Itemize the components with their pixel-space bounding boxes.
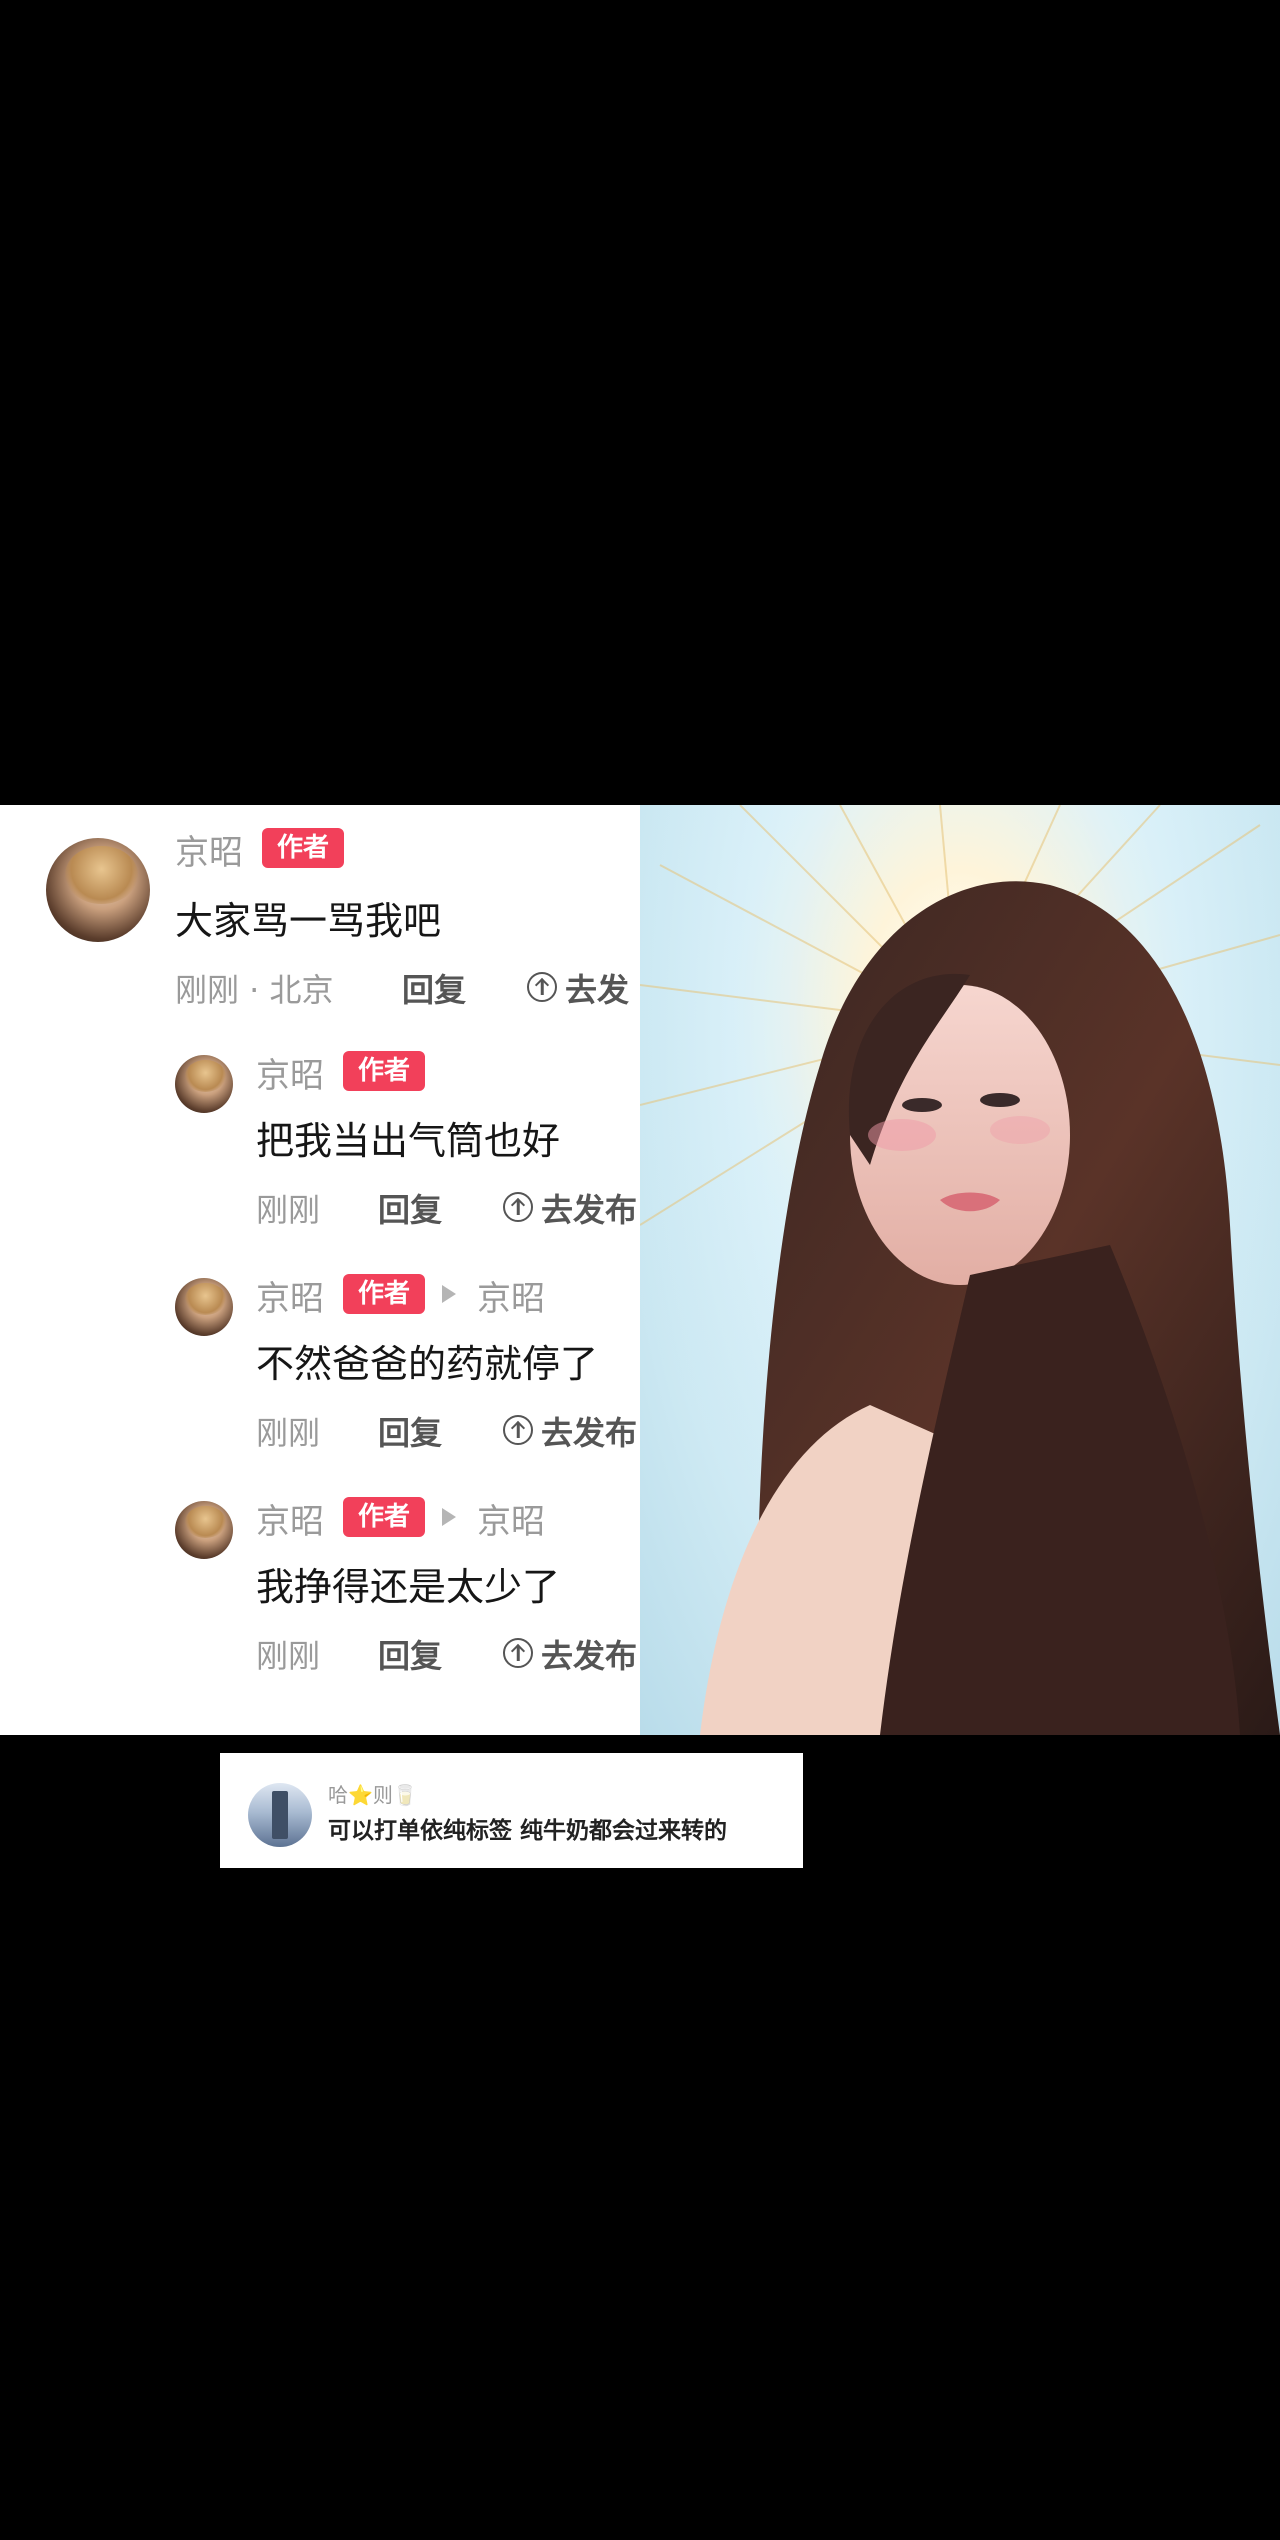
reply-button[interactable]: 回复 bbox=[378, 1185, 442, 1231]
reply-button[interactable]: 回复 bbox=[378, 1631, 442, 1677]
arrow-up-circle-icon[interactable] bbox=[503, 1415, 533, 1445]
author-badge: 作者 bbox=[262, 828, 344, 868]
comment-time: 刚刚 bbox=[256, 1414, 321, 1452]
reply-to-name[interactable]: 京昭 bbox=[477, 1494, 545, 1543]
comment-text: 大家骂一骂我吧 bbox=[175, 899, 442, 943]
author-badge: 作者 bbox=[343, 1051, 425, 1091]
comment-text: 我挣得还是太少了 bbox=[256, 1565, 561, 1609]
caption-username[interactable]: 哈⭐则🥛 bbox=[328, 1779, 418, 1808]
arrow-up-circle-icon[interactable] bbox=[503, 1638, 533, 1668]
portrait-photo bbox=[640, 805, 1280, 1735]
author-avatar[interactable] bbox=[46, 838, 150, 942]
author-name[interactable]: 京昭 bbox=[256, 1048, 324, 1097]
comment-time: 刚刚 bbox=[256, 1637, 321, 1675]
triangle-right-icon bbox=[442, 1285, 456, 1303]
author-avatar[interactable] bbox=[175, 1501, 233, 1559]
author-badge: 作者 bbox=[343, 1497, 425, 1537]
arrow-up-circle-icon[interactable] bbox=[527, 972, 557, 1002]
author-avatar[interactable] bbox=[175, 1278, 233, 1336]
publish-button[interactable]: 去发布 bbox=[541, 1185, 637, 1231]
comment-text: 不然爸爸的药就停了 bbox=[256, 1342, 599, 1386]
comment-time: 刚刚 bbox=[256, 1191, 321, 1229]
reply-to-name[interactable]: 京昭 bbox=[477, 1271, 545, 1320]
publish-button[interactable]: 去发布 bbox=[541, 1631, 637, 1677]
author-badge: 作者 bbox=[343, 1274, 425, 1314]
author-avatar[interactable] bbox=[175, 1055, 233, 1113]
caption-avatar[interactable] bbox=[248, 1783, 312, 1847]
caption-text: 可以打单依纯标签 纯牛奶都会过来转的 bbox=[328, 1818, 728, 1844]
reply-button[interactable]: 回复 bbox=[402, 965, 466, 1011]
publish-button[interactable]: 去发 bbox=[565, 965, 629, 1011]
publish-button[interactable]: 去发布 bbox=[541, 1408, 637, 1454]
comment-time: 刚刚 · 北京 bbox=[175, 971, 334, 1009]
arrow-up-circle-icon[interactable] bbox=[503, 1192, 533, 1222]
reply-button[interactable]: 回复 bbox=[378, 1408, 442, 1454]
comment-text: 把我当出气筒也好 bbox=[256, 1119, 561, 1163]
comment-panel: 京昭 作者 大家骂一骂我吧 刚刚 · 北京 回复 去发 京昭 作者 把我当出气筒… bbox=[0, 805, 640, 1735]
author-name[interactable]: 京昭 bbox=[175, 825, 243, 874]
caption-card: 哈⭐则🥛 可以打单依纯标签 纯牛奶都会过来转的 bbox=[220, 1753, 803, 1868]
portrait-illustration bbox=[640, 805, 1280, 1735]
triangle-right-icon bbox=[442, 1508, 456, 1526]
author-name[interactable]: 京昭 bbox=[256, 1494, 324, 1543]
author-name[interactable]: 京昭 bbox=[256, 1271, 324, 1320]
